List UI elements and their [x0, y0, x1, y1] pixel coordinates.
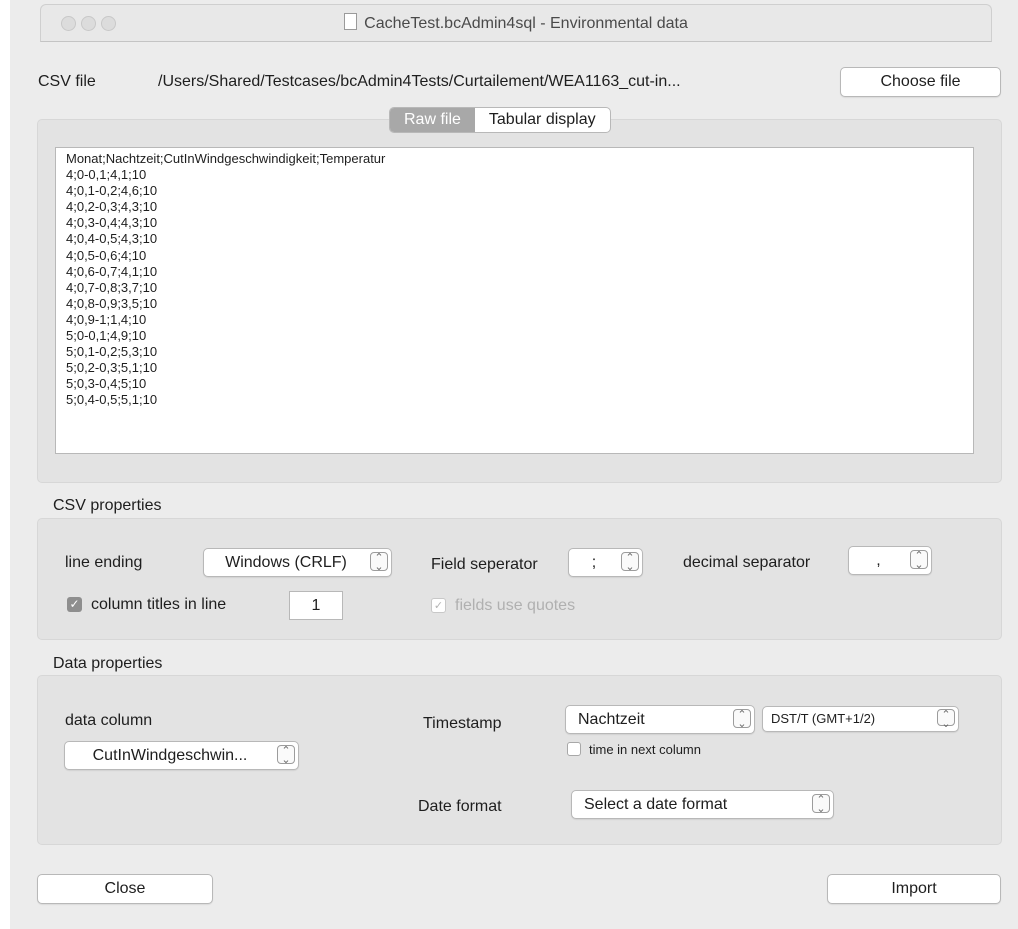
csv-file-label: CSV file [38, 73, 96, 90]
column-titles-line-field[interactable]: 1 [289, 591, 343, 620]
timestamp-label: Timestamp [423, 715, 502, 732]
date-format-value: Select a date format [584, 796, 728, 813]
popup-arrows-icon: ⌃ ⌄ [812, 794, 830, 815]
timezone-value: DST/T (GMT+1/2) [771, 711, 876, 726]
line-ending-value: Windows (CRLF) [225, 554, 347, 571]
timestamp-value: Nachtzeit [578, 711, 645, 728]
decimal-separator-label: decimal separator [683, 554, 811, 571]
tab-tabular-display[interactable]: Tabular display [475, 108, 610, 132]
checkmark-icon: ✓ [69, 597, 80, 611]
close-button[interactable]: Close [37, 874, 213, 904]
popup-arrows-icon: ⌃ ⌄ [277, 745, 295, 766]
window-title: CacheTest.bcAdmin4sql - Environmental da… [41, 13, 991, 33]
csv-properties-heading: CSV properties [53, 497, 162, 514]
popup-arrows-icon: ⌃ ⌄ [937, 709, 955, 730]
window-title-text: CacheTest.bcAdmin4sql - Environmental da… [364, 15, 688, 32]
csv-properties-group [37, 518, 1002, 640]
timestamp-popup[interactable]: Nachtzeit ⌃ ⌄ [565, 705, 755, 734]
line-ending-label: line ending [65, 554, 143, 571]
fields-use-quotes-label: fields use quotes [455, 597, 576, 614]
decimal-separator-value: , [876, 552, 881, 569]
data-column-label: data column [65, 712, 153, 729]
field-separator-value: ; [591, 554, 597, 571]
title-bar: CacheTest.bcAdmin4sql - Environmental da… [40, 4, 992, 42]
field-separator-popup[interactable]: ; ⌃ ⌄ [568, 548, 643, 577]
decimal-separator-popup[interactable]: , ⌃ ⌄ [848, 546, 932, 575]
column-titles-label: column titles in line [91, 596, 227, 613]
data-properties-heading: Data properties [53, 655, 163, 672]
document-icon [344, 13, 358, 30]
time-next-column-label: time in next column [589, 742, 701, 757]
import-button[interactable]: Import [827, 874, 1001, 904]
field-separator-label: Field seperator [431, 556, 538, 573]
line-ending-popup[interactable]: Windows (CRLF) ⌃ ⌄ [203, 548, 392, 577]
popup-arrows-icon: ⌃ ⌄ [621, 552, 639, 573]
view-segmented-control[interactable]: Raw file Tabular display [389, 107, 611, 133]
popup-arrows-icon: ⌃ ⌄ [733, 709, 751, 730]
raw-file-textarea[interactable]: Monat;Nachtzeit;CutInWindgeschwindigkeit… [55, 147, 974, 454]
fields-use-quotes-checkbox[interactable]: ✓ [431, 598, 446, 613]
timezone-popup[interactable]: DST/T (GMT+1/2) ⌃ ⌄ [762, 706, 959, 732]
popup-arrows-icon: ⌃ ⌄ [910, 550, 928, 571]
choose-file-button[interactable]: Choose file [840, 67, 1001, 97]
data-column-value: CutInWindgeschwin... [92, 747, 248, 764]
time-next-column-checkbox[interactable] [567, 742, 581, 756]
csv-file-path: /Users/Shared/Testcases/bcAdmin4Tests/Cu… [158, 73, 681, 90]
checkmark-icon: ✓ [433, 600, 444, 612]
date-format-popup[interactable]: Select a date format ⌃ ⌄ [571, 790, 834, 819]
data-column-popup[interactable]: CutInWindgeschwin... ⌃ ⌄ [64, 741, 299, 770]
column-titles-checkbox[interactable]: ✓ [67, 597, 82, 612]
popup-arrows-icon: ⌃ ⌄ [370, 552, 388, 573]
raw-file-content: Monat;Nachtzeit;CutInWindgeschwindigkeit… [66, 151, 386, 408]
date-format-label: Date format [418, 798, 502, 815]
tab-raw-file[interactable]: Raw file [390, 108, 475, 132]
